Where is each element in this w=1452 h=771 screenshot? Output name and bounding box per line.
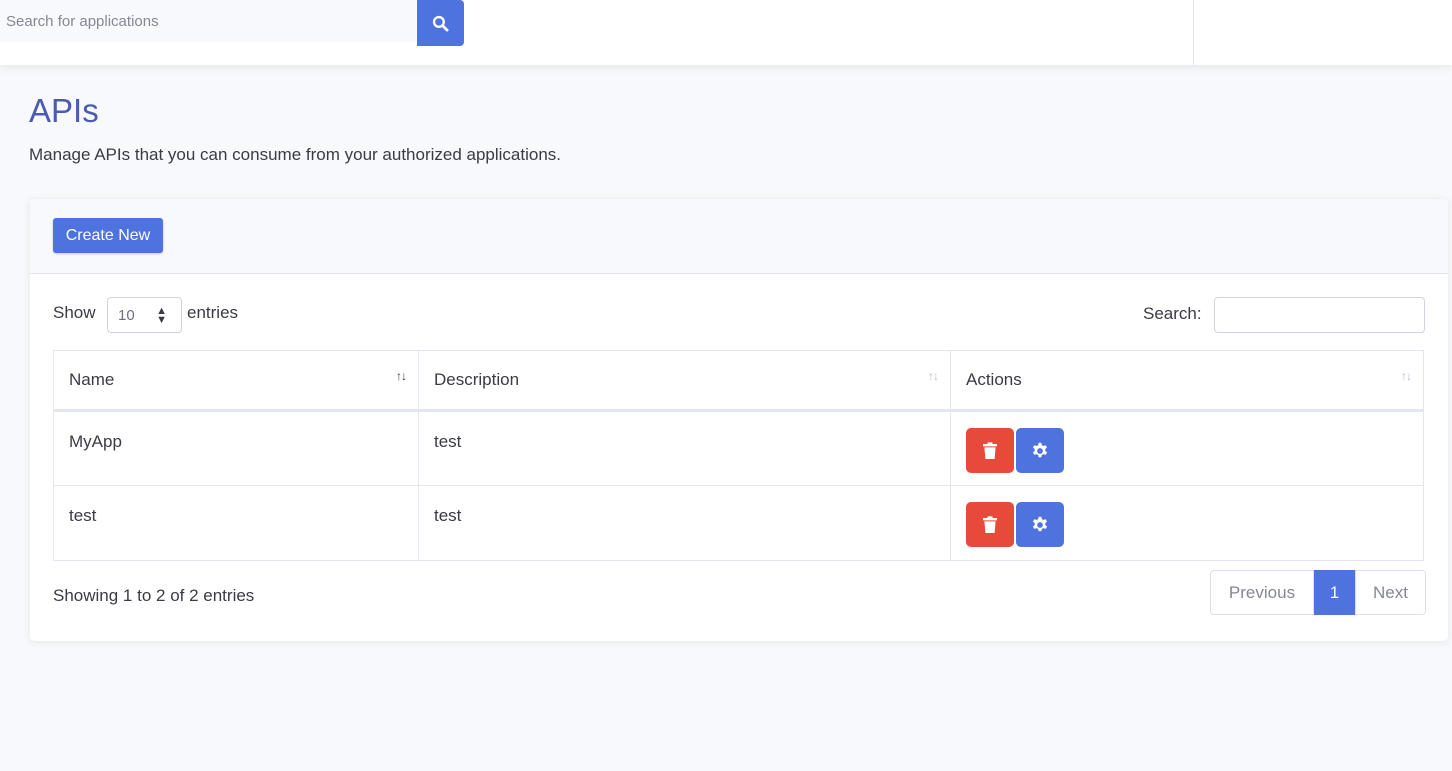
cell-name: MyApp (53, 410, 419, 486)
app-search-input[interactable] (0, 0, 417, 42)
gear-icon (1032, 516, 1048, 531)
card-header: Create New (30, 199, 1448, 274)
entries-select-value: 10 (118, 306, 135, 324)
column-header-actions[interactable]: Actions ↑↓ (950, 350, 1424, 412)
delete-button[interactable] (966, 502, 1014, 547)
pagination-next[interactable]: Next (1355, 570, 1426, 615)
table-row: MyApp test (53, 410, 1424, 486)
delete-button[interactable] (966, 428, 1014, 473)
column-header-label: Name (69, 370, 115, 389)
cell-description: test (418, 410, 951, 486)
create-new-button[interactable]: Create New (53, 218, 163, 253)
column-header-description[interactable]: Description ↑↓ (418, 350, 951, 412)
topbar (0, 0, 1452, 65)
pagination: Previous 1 Next (1210, 570, 1426, 615)
settings-button[interactable] (1016, 428, 1064, 473)
entries-per-page-select[interactable]: 10 ▲ ▼ (107, 297, 182, 333)
table-info: Showing 1 to 2 of 2 entries (53, 586, 255, 605)
cell-description: test (418, 485, 951, 561)
cell-name: test (53, 485, 419, 561)
sort-icon: ↑↓ (928, 369, 939, 383)
apis-table: Name ↑↓ Description ↑↓ Actions ↑↓ MyApp … (53, 350, 1424, 561)
table-search-input[interactable] (1214, 297, 1425, 333)
page-title: APIs (29, 92, 99, 129)
column-header-label: Actions (966, 370, 1022, 389)
pagination-previous[interactable]: Previous (1210, 570, 1314, 615)
column-header-name[interactable]: Name ↑↓ (53, 350, 419, 412)
table-header-row: Name ↑↓ Description ↑↓ Actions ↑↓ (53, 350, 1424, 412)
pagination-page-current[interactable]: 1 (1314, 570, 1355, 615)
app-search-button[interactable] (417, 0, 464, 46)
page-subtitle: Manage APIs that you can consume from yo… (29, 145, 562, 164)
search-icon (432, 15, 449, 31)
topbar-divider (1193, 0, 1194, 65)
cell-actions (950, 485, 1424, 561)
trash-icon (983, 515, 997, 533)
column-header-label: Description (434, 370, 520, 389)
entries-label: entries (187, 303, 239, 322)
gear-icon (1032, 442, 1048, 457)
sort-icon: ↑↓ (1401, 369, 1412, 383)
cell-actions (950, 410, 1424, 486)
sort-icon: ↑↓ (396, 369, 407, 383)
trash-icon (983, 441, 997, 459)
settings-button[interactable] (1016, 502, 1064, 547)
show-label: Show (53, 303, 96, 322)
select-caret-icon: ▲ ▼ (156, 305, 167, 326)
table-search-label: Search: (1143, 304, 1202, 323)
apis-card: Create New Show 10 ▲ ▼ entries Search: Na… (30, 199, 1448, 641)
table-row: test test (53, 485, 1424, 561)
